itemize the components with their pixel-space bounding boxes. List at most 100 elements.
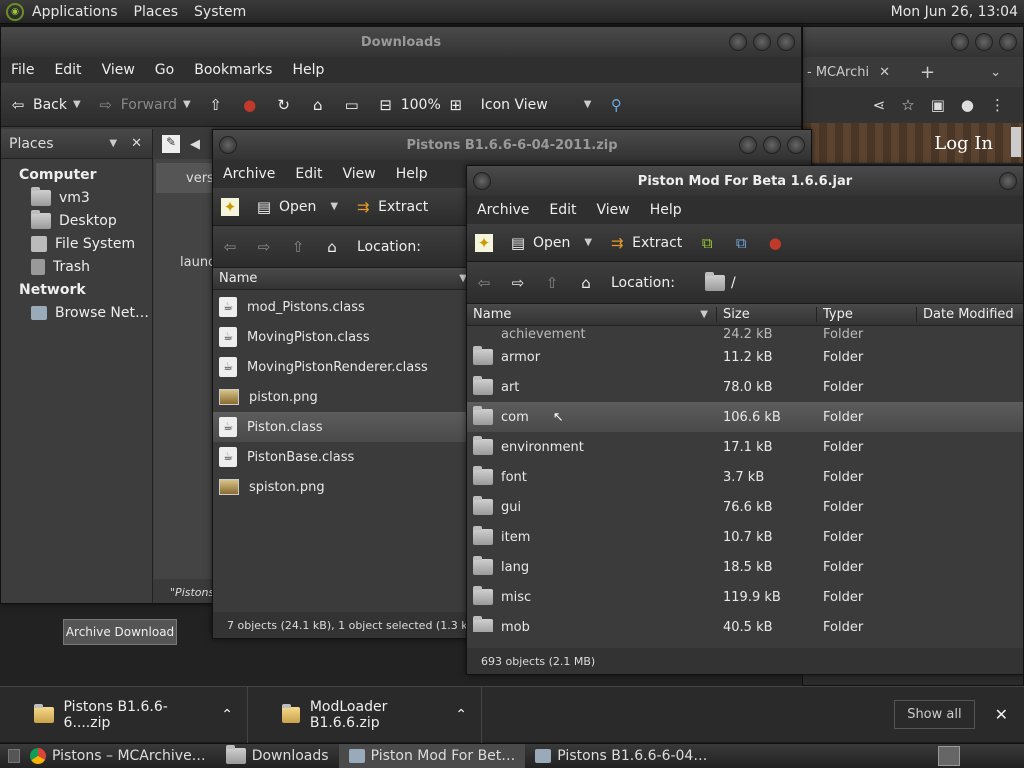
view-mode-select[interactable]: Icon View ▼ (473, 97, 600, 113)
maximize-icon[interactable] (975, 33, 993, 51)
stop-button[interactable]: ● (758, 234, 792, 252)
zoom-in-icon[interactable]: ⊞ (447, 96, 465, 114)
chevron-down-icon[interactable]: ▼ (109, 138, 117, 149)
table-row-hover[interactable]: com ↖ 106.6 kB Folder (467, 402, 1023, 432)
home-button[interactable]: ⌂ (315, 238, 349, 256)
add-files-button[interactable]: ⧉ (690, 234, 724, 252)
minimize-icon[interactable] (729, 33, 747, 51)
archive-download-button[interactable]: Archive Download (63, 619, 177, 645)
download-item[interactable]: Pistons B1.6.6-6....zip ⌃ (0, 686, 248, 743)
forward-button[interactable]: ⇨ (501, 274, 535, 292)
menu-view[interactable]: View (587, 202, 640, 218)
menu-edit[interactable]: Edit (539, 202, 586, 218)
menu-help[interactable]: Help (386, 166, 438, 182)
chevron-down-icon[interactable]: ▼ (330, 201, 338, 212)
workspace-switcher-icon[interactable] (938, 746, 960, 766)
menu-archive[interactable]: Archive (213, 166, 285, 182)
maximize-icon[interactable] (753, 33, 771, 51)
menu-help[interactable]: Help (282, 62, 334, 78)
home-button[interactable]: ⌂ (569, 274, 603, 292)
zoom-out-icon[interactable]: ⊟ (377, 96, 395, 114)
show-all-button[interactable]: Show all (894, 700, 975, 729)
up-button[interactable]: ⇧ (281, 238, 315, 256)
back-button[interactable]: ⇦ Back ▼ (1, 96, 89, 114)
reload-button[interactable]: ↻ (267, 96, 301, 114)
table-row[interactable]: achievement 24.2 kB Folder (467, 326, 1023, 342)
new-archive-button[interactable]: ✦ (467, 233, 501, 252)
computer-button[interactable]: ▭ (335, 96, 369, 114)
chevron-up-icon[interactable]: ⌃ (455, 707, 467, 723)
archive1-titlebar[interactable]: Pistons B1.6.6-6-04-2011.zip (213, 130, 811, 160)
chevron-down-icon[interactable]: ▼ (73, 99, 81, 110)
task-button-browser[interactable]: Pistons – MCArchive… (20, 744, 216, 768)
new-archive-button[interactable]: ✦ (213, 197, 247, 216)
open-button[interactable]: ▤ Open ▼ (501, 234, 600, 252)
search-button[interactable]: ⚲ (599, 96, 633, 114)
sidebar-item-browse-network[interactable]: Browse Net… (1, 301, 152, 324)
partial-file-label[interactable]: launc (180, 255, 215, 270)
sidebar-item-vm3[interactable]: vm3 (1, 186, 152, 209)
back-button[interactable]: ⇦ (213, 238, 247, 256)
minimize-icon[interactable] (951, 33, 969, 51)
close-icon[interactable] (777, 33, 795, 51)
menu-view[interactable]: View (92, 62, 145, 78)
back-button[interactable]: ⇦ (467, 274, 501, 292)
task-button-jar[interactable]: Piston Mod For Bet… (338, 743, 526, 768)
tab-list-chevron-icon[interactable]: ⌄ (990, 65, 1001, 80)
file-manager-titlebar[interactable]: Downloads (1, 27, 801, 57)
add-folder-button[interactable]: ⧉ (724, 234, 758, 252)
close-icon[interactable] (787, 136, 805, 154)
archive2-titlebar[interactable]: Piston Mod For Beta 1.6.6.jar (467, 166, 1023, 196)
location-field[interactable]: / (697, 271, 744, 291)
column-header-size[interactable]: Size (717, 307, 817, 322)
table-row[interactable]: art 78.0 kB Folder (467, 372, 1023, 402)
up-button[interactable]: ⇧ (199, 96, 233, 114)
edit-location-icon[interactable]: ✎ (162, 135, 180, 153)
minimize-icon[interactable] (739, 136, 757, 154)
table-row[interactable]: misc 119.9 kB Folder (467, 582, 1023, 612)
stop-button[interactable]: ● (233, 96, 267, 114)
table-row[interactable]: lang 18.5 kB Folder (467, 552, 1023, 582)
clock[interactable]: Mon Jun 26, 13:04 (891, 4, 1024, 20)
extract-button[interactable]: ⇉ Extract (346, 198, 436, 216)
menu-edit[interactable]: Edit (285, 166, 332, 182)
column-header-date[interactable]: Date Modified (917, 307, 1014, 322)
path-tab[interactable]: versi (156, 163, 217, 193)
table-row[interactable]: armor 11.2 kB Folder (467, 342, 1023, 372)
tab-close-icon[interactable]: ✕ (879, 65, 890, 80)
minimize-icon[interactable] (999, 172, 1017, 190)
task-button-zip[interactable]: Pistons B1.6.6-6-04… (525, 744, 717, 768)
chevron-down-icon[interactable]: ▼ (183, 99, 191, 110)
table-row[interactable]: font 3.7 kB Folder (467, 462, 1023, 492)
table-row[interactable]: environment 17.1 kB Folder (467, 432, 1023, 462)
download-item[interactable]: ModLoader B1.6.6.zip ⌃ (248, 686, 482, 743)
table-row[interactable]: item 10.7 kB Folder (467, 522, 1023, 552)
kebab-menu-icon[interactable]: ⋮ (990, 96, 1005, 114)
places-menu[interactable]: Places (126, 4, 187, 20)
scrollbar[interactable] (1011, 127, 1021, 157)
sidebar-item-desktop[interactable]: Desktop (1, 209, 152, 232)
profile-icon[interactable]: ● (961, 96, 974, 114)
sidebar-close-icon[interactable]: ✕ (131, 136, 142, 151)
window-menu-icon[interactable] (219, 136, 237, 154)
menu-go[interactable]: Go (145, 62, 184, 78)
sidebar-item-trash[interactable]: Trash (1, 255, 152, 278)
sidebar-item-filesystem[interactable]: File System (1, 232, 152, 255)
up-button[interactable]: ⇧ (535, 274, 569, 292)
path-left-arrow-icon[interactable]: ◀ (190, 137, 200, 152)
menu-view[interactable]: View (333, 166, 386, 182)
column-header-type[interactable]: Type (817, 307, 917, 322)
system-menu[interactable]: System (186, 4, 254, 20)
forward-button[interactable]: ⇨ Forward ▼ (89, 96, 199, 114)
extract-button[interactable]: ⇉ Extract (600, 234, 690, 252)
menu-bookmarks[interactable]: Bookmarks (184, 62, 282, 78)
zoom-control[interactable]: ⊟ 100% ⊞ (369, 96, 473, 114)
close-icon[interactable]: ✕ (995, 705, 1008, 724)
chevron-up-icon[interactable]: ⌃ (221, 707, 233, 723)
sidebar-header[interactable]: Places ▼ ✕ (1, 129, 152, 159)
close-icon[interactable] (999, 33, 1017, 51)
maximize-icon[interactable] (763, 136, 781, 154)
new-tab-icon[interactable]: + (920, 62, 935, 83)
share-icon[interactable]: ⋖ (873, 96, 886, 114)
task-button-downloads[interactable]: Downloads (216, 744, 339, 768)
